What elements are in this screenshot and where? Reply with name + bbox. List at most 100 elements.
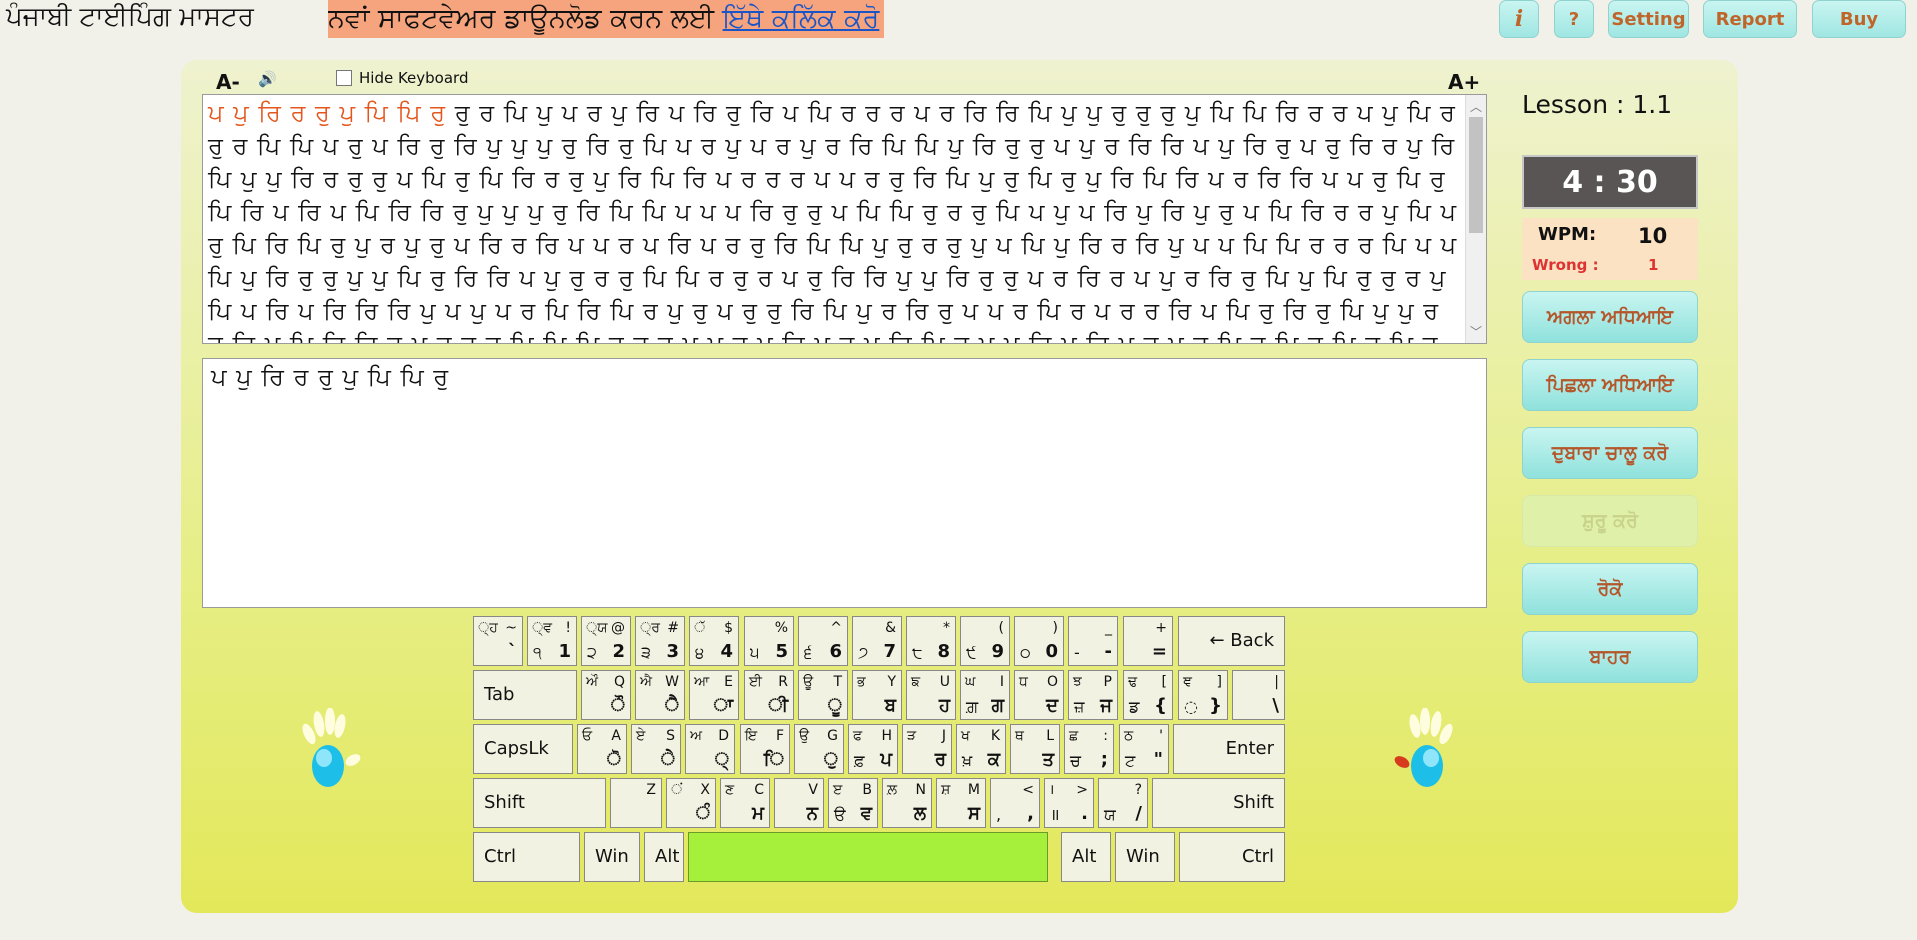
font-smaller-button[interactable]: A- — [216, 70, 240, 94]
key-r[interactable]: ਈ Rੀ — [744, 670, 794, 720]
key-sym8[interactable]: * ੮ 8 — [906, 616, 956, 666]
key-alt[interactable]: Alt — [1061, 832, 1111, 882]
key-sym11[interactable]: ਠ ' ਟ " — [1119, 724, 1169, 774]
info-button[interactable]: i — [1499, 0, 1539, 38]
prev-chapter-button[interactable]: ਪਿਛਲਾ ਅਧਿਆਇ — [1522, 359, 1698, 411]
font-larger-button[interactable]: A+ — [1448, 70, 1480, 94]
key-glyph: 3 — [666, 641, 679, 662]
key-sym9[interactable]: । > ॥. — [1044, 778, 1094, 828]
key-glyph: ਹ — [938, 695, 950, 716]
key-glyph: ◌੍ਹ — [478, 620, 498, 636]
key-m[interactable]: ਸ਼ M ਸ — [936, 778, 986, 828]
key-sym1[interactable]: ◌੍ਵ! ੧ 1 — [527, 616, 577, 666]
key-glyph: " — [1153, 749, 1163, 770]
key-sym12[interactable]: ਞ] ◌} — [1178, 670, 1228, 720]
key-c[interactable]: ਣ Cਮ — [720, 778, 770, 828]
key-ctrl[interactable]: Ctrl — [1179, 832, 1285, 882]
key-sym11[interactable]: _ - - — [1068, 616, 1118, 666]
help-button[interactable]: ? — [1554, 0, 1594, 38]
banner-link[interactable]: ਇੱਥੇ ਕਲਿੱਕ ਕਰੋ — [723, 3, 880, 34]
key-i[interactable]: ਘ I ਗ਼ ਗ — [960, 670, 1010, 720]
next-chapter-button[interactable]: ਅਗਲਾ ਅਧਿਆਇ — [1522, 291, 1698, 343]
key-space[interactable] — [688, 832, 1048, 882]
key-g[interactable]: ਉ Gੁ — [794, 724, 844, 774]
key-v[interactable]: Vਨ — [774, 778, 824, 828]
key-w[interactable]: ਐ Wੈ — [635, 670, 685, 720]
key-q[interactable]: ਔ Qੌ — [581, 670, 631, 720]
key-glyph: ੀ — [768, 695, 788, 716]
key-glyph: C — [754, 782, 764, 798]
key-back[interactable]: ← Back — [1178, 616, 1285, 666]
key-sym2[interactable]: ◌੍ਯ @੨ 2 — [581, 616, 631, 666]
passage-scrollbar[interactable]: ︿ ﹀ — [1465, 95, 1486, 343]
key-glyph: ਲ — [913, 803, 926, 824]
key-ctrl[interactable]: Ctrl — [473, 832, 580, 882]
setting-button[interactable]: Setting — [1608, 0, 1689, 38]
typing-input[interactable]: ਪ ਪੁ ਰਿ ਰ ਰੁ ਪੁ ਪਿ ਪਿ ਰੁ — [202, 358, 1487, 608]
key-sym3[interactable]: ◌੍ਰ #੩ 3 — [635, 616, 685, 666]
key-sym10[interactable]: ) ੦ 0 — [1014, 616, 1064, 666]
key-glyph: ਔ — [586, 674, 599, 690]
key-u[interactable]: ਙ Uਹ — [906, 670, 956, 720]
key-glyph: ਜ — [1100, 695, 1112, 716]
key-a[interactable]: ਓ Aੋ — [577, 724, 627, 774]
key-capslk[interactable]: CapsLk — [473, 724, 573, 774]
buy-button[interactable]: Buy — [1812, 0, 1906, 38]
key-glyph: ! — [565, 620, 571, 636]
hide-keyboard-checkbox[interactable] — [336, 70, 352, 86]
key-t[interactable]: ਊ Tੂ — [798, 670, 848, 720]
key-sym12[interactable]: + = — [1123, 616, 1173, 666]
key-s[interactable]: ਏ Sੇ — [631, 724, 681, 774]
key-k[interactable]: ਖ K ਖ਼ ਕ — [956, 724, 1006, 774]
key-sym10[interactable]: ? ਯ / — [1098, 778, 1148, 828]
key-x[interactable]: ◌ਂ Xੰ — [666, 778, 716, 828]
scroll-thumb[interactable] — [1469, 117, 1483, 233]
key-f[interactable]: ਇ Fਿ — [740, 724, 790, 774]
stop-button[interactable]: ਰੋਕੋ — [1522, 563, 1698, 615]
key-glyph: ੦ — [1020, 643, 1031, 662]
key-win[interactable]: Win — [1115, 832, 1175, 882]
key-win[interactable]: Win — [584, 832, 640, 882]
key-p[interactable]: ਝ P ਜ਼ ਜ — [1068, 670, 1118, 720]
key-e[interactable]: ਆ Eਾ — [689, 670, 739, 720]
key-sym8[interactable]: <,, — [990, 778, 1040, 828]
key-d[interactable]: ਅ D੍ — [685, 724, 735, 774]
key-l[interactable]: ਥ Lਤ — [1010, 724, 1060, 774]
key-j[interactable]: ੜ Jਰ — [902, 724, 952, 774]
scroll-up-icon[interactable]: ︿ — [1466, 98, 1486, 115]
key-b[interactable]: ੲ Bੳਵ — [828, 778, 878, 828]
key-sym4[interactable]: ◌ੱ $੪ 4 — [689, 616, 739, 666]
key-o[interactable]: ਧ Oਦ — [1014, 670, 1064, 720]
key-h[interactable]: ਫ H ਫ਼ ਪ — [848, 724, 898, 774]
scroll-down-icon[interactable]: ﹀ — [1466, 323, 1486, 340]
key-sym7[interactable]: & ੭ 7 — [852, 616, 902, 666]
lesson-passage: ਪ ਪੁ ਰਿ ਰ ਰੁ ਪੁ ਪਿ ਪਿ ਰੁ ਰੁ ਰ ਪਿ ਪੁ ਪ ਰ … — [202, 94, 1487, 344]
key-sym6[interactable]: ^ ੬ 6 — [798, 616, 848, 666]
key-glyph: B — [862, 782, 872, 798]
restart-button[interactable]: ਦੁਬਾਰਾ ਚਾਲੂ ਕਰੋ — [1522, 427, 1698, 479]
key-n[interactable]: ਲ਼ N ਲ — [882, 778, 932, 828]
key-sym11[interactable]: ਢ [ਡ { — [1123, 670, 1173, 720]
key-y[interactable]: ਭ Yਬ — [852, 670, 902, 720]
key-sym10[interactable]: ਛ: ਚ; — [1064, 724, 1114, 774]
key-glyph: ੫ — [750, 643, 760, 662]
key-label: Shift — [1233, 792, 1274, 813]
key-enter[interactable]: Enter — [1173, 724, 1285, 774]
key-glyph: } — [1209, 695, 1222, 716]
hide-keyboard-toggle[interactable]: Hide Keyboard — [336, 69, 468, 87]
key-alt[interactable]: Alt — [644, 832, 684, 882]
key-glyph: ◌੍ਯ — [586, 620, 608, 636]
top-bar: ਪੰਜਾਬੀ ਟਾਈਪਿੰਗ ਮਾਸਟਰ ਨਵਾਂ ਸਾਫਟਵੇਅਰ ਡਾਊਨਲ… — [0, 0, 1917, 40]
speaker-icon[interactable]: 🔊 — [258, 70, 277, 88]
key-shift[interactable]: Shift — [473, 778, 606, 828]
exit-button[interactable]: ਬਾਹਰ — [1522, 631, 1698, 683]
key-sym5[interactable]: % ੫ 5 — [744, 616, 794, 666]
key-shift[interactable]: Shift — [1152, 778, 1285, 828]
start-button[interactable]: ਸ਼ੁਰੂ ਕਰੋ — [1522, 495, 1698, 547]
key-tab[interactable]: Tab — [473, 670, 577, 720]
key-sym13[interactable]: | \ — [1232, 670, 1285, 720]
key-sym0[interactable]: ◌੍ਹ ~ ` — [473, 616, 523, 666]
key-sym9[interactable]: (੯ 9 — [960, 616, 1010, 666]
report-button[interactable]: Report — [1703, 0, 1797, 38]
key-z[interactable]: Z — [610, 778, 662, 828]
